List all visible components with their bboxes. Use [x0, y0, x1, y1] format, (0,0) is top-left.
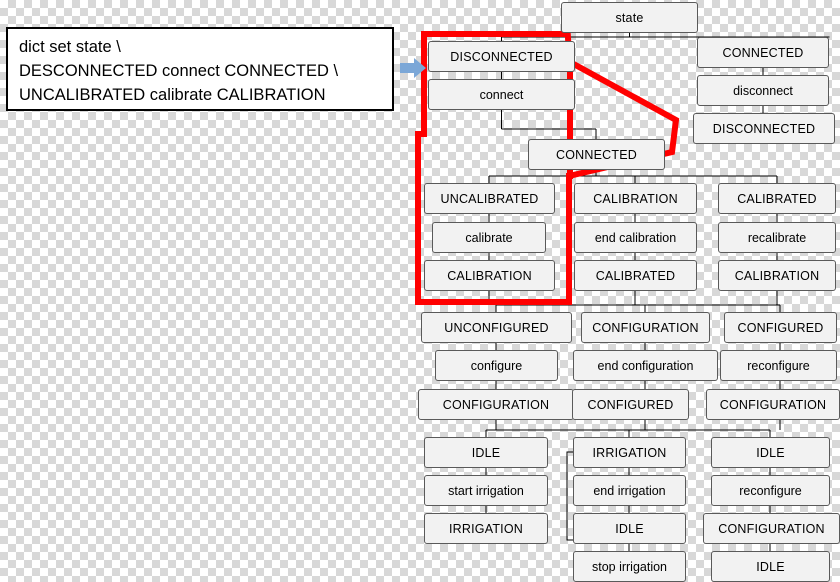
node-calibrated-1: CALIBRATED [574, 260, 697, 291]
node-configured-1: CONFIGURED [572, 389, 689, 420]
diagram-page: dict set state \ DESCONNECTED connect CO… [0, 0, 840, 582]
node-calibrate: calibrate [432, 222, 546, 253]
node-idle-2: IDLE [573, 513, 686, 544]
node-configured-2: CONFIGURED [724, 312, 837, 343]
node-configure: configure [435, 350, 558, 381]
node-uncalibrated: UNCALIBRATED [424, 183, 555, 214]
node-configuration-3: CONFIGURATION [706, 389, 840, 420]
node-end-irrigation: end irrigation [573, 475, 686, 506]
node-irrigation-1: IRRIGATION [424, 513, 548, 544]
node-irrigation-2: IRRIGATION [573, 437, 686, 468]
code-line-3: UNCALIBRATED calibrate CALIBRATION [19, 86, 326, 104]
node-disconnect: disconnect [697, 75, 829, 106]
node-unconfigured: UNCONFIGURED [421, 312, 572, 343]
node-idle-3: IDLE [711, 437, 830, 468]
node-idle-4: IDLE [711, 551, 830, 582]
node-start-irrigation: start irrigation [424, 475, 548, 506]
node-end-calibration: end calibration [574, 222, 697, 253]
node-disconnected-2: DISCONNECTED [693, 113, 835, 144]
node-stop-irrigation: stop irrigation [573, 551, 686, 582]
node-reconfigure: reconfigure [720, 350, 837, 381]
node-configuration-1: CONFIGURATION [418, 389, 574, 420]
node-calibrated-2: CALIBRATED [718, 183, 836, 214]
node-configuration-2: CONFIGURATION [581, 312, 710, 343]
node-connected-1: CONNECTED [697, 37, 829, 68]
node-configuration-4: CONFIGURATION [703, 513, 840, 544]
node-connect: connect [428, 79, 575, 110]
node-calibration-3: CALIBRATION [718, 260, 836, 291]
node-recalibrate: recalibrate [718, 222, 836, 253]
node-state: state [561, 2, 698, 33]
code-line-2: DESCONNECTED connect CONNECTED \ [19, 62, 339, 80]
node-end-configuration: end configuration [573, 350, 718, 381]
node-idle-1: IDLE [424, 437, 548, 468]
node-reconfigure-2: reconfigure [711, 475, 830, 506]
code-annotation-box: dict set state \ DESCONNECTED connect CO… [6, 27, 394, 111]
node-calibration-2: CALIBRATION [574, 183, 697, 214]
node-disconnected-1: DISCONNECTED [428, 41, 575, 72]
node-connected-2: CONNECTED [528, 139, 665, 170]
code-line-1: dict set state \ [19, 38, 121, 56]
node-calibration-1: CALIBRATION [424, 260, 555, 291]
